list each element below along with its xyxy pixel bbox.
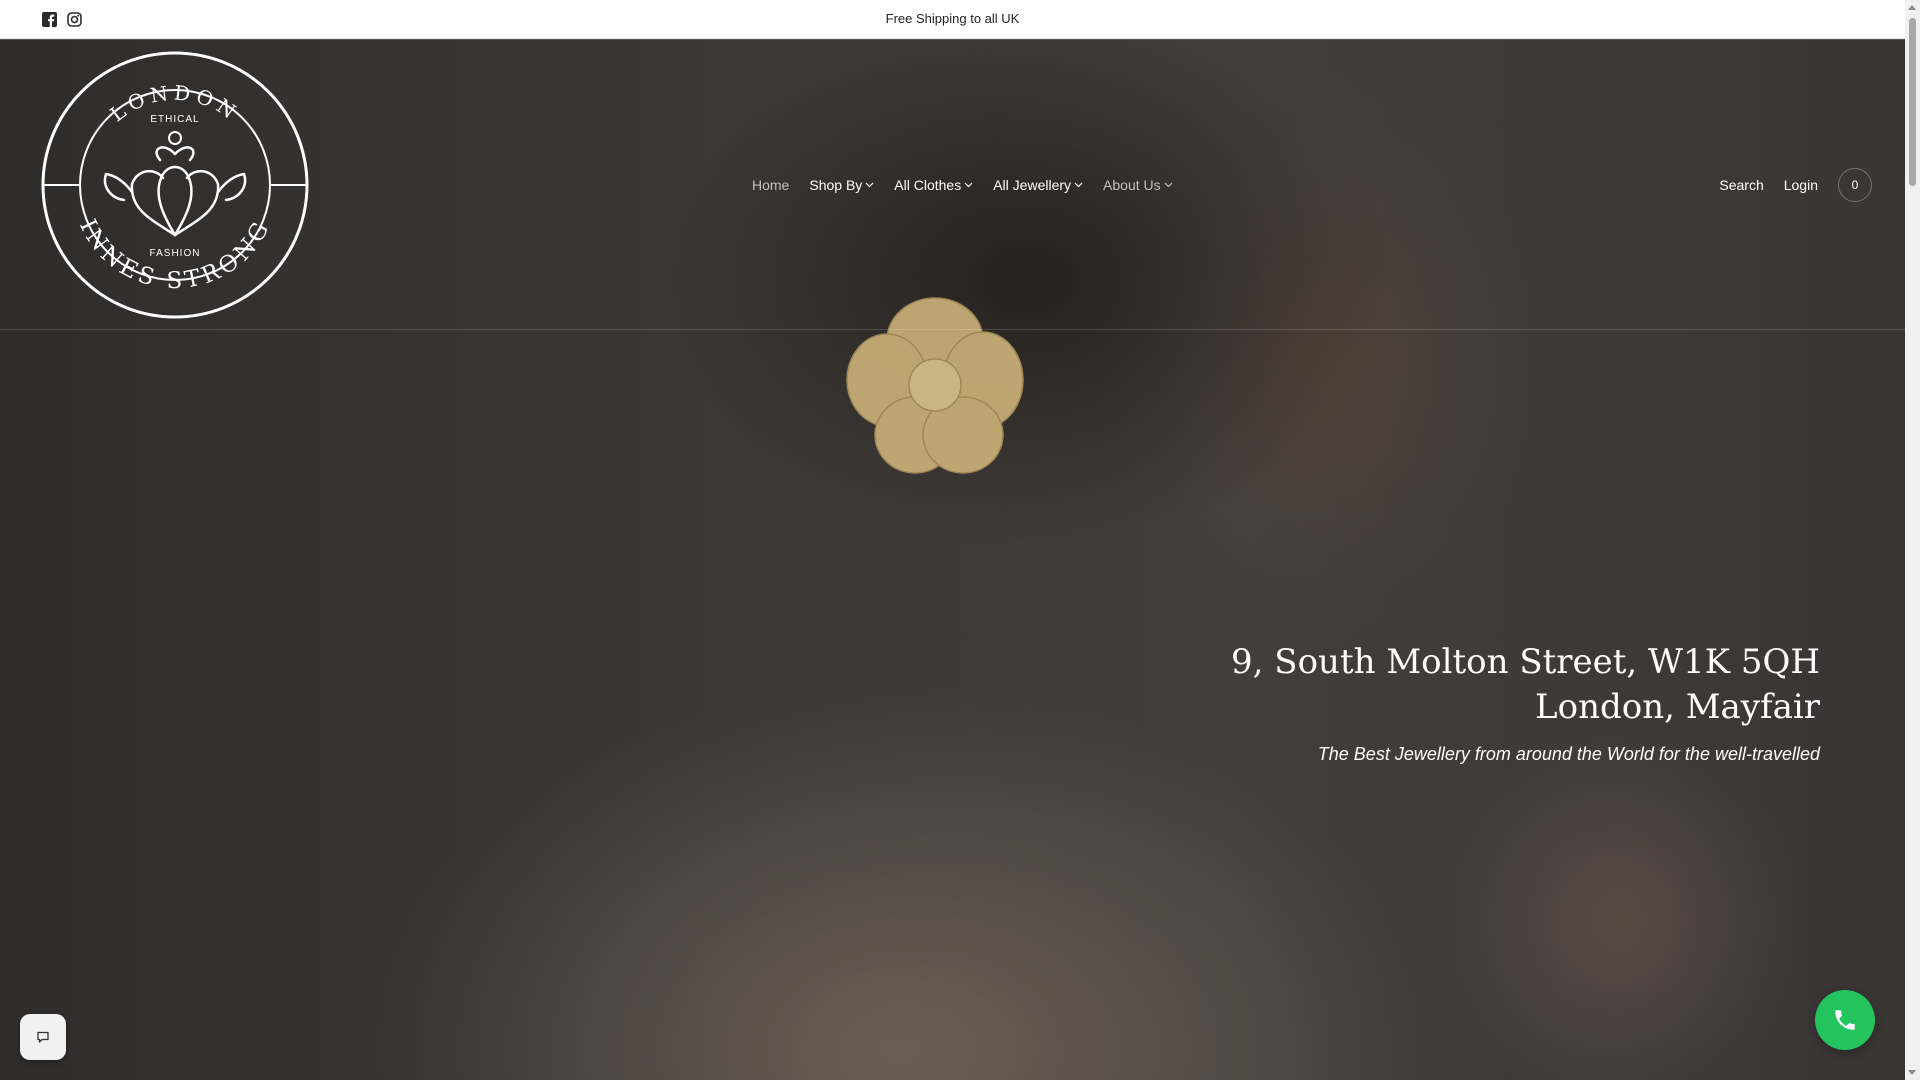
header-utilities: Search Login 0 — [1719, 168, 1872, 202]
chevron-down-icon — [964, 182, 973, 188]
header-divider — [0, 329, 1905, 330]
logo-inner-top: ETHICAL — [150, 114, 199, 125]
brand-logo[interactable]: LONDON INNES STRONG ETHICAL FASHION — [40, 50, 310, 320]
scroll-down-arrow[interactable] — [1908, 1070, 1916, 1075]
nav-home[interactable]: Home — [752, 177, 789, 193]
search-link[interactable]: Search — [1719, 177, 1763, 193]
announcement-text: Free Shipping to all UK — [885, 11, 1020, 26]
announcement-bar: Free Shipping to all UK — [0, 0, 1905, 39]
hero-headline-line1: 9, South Molton Street, W1K 5QH — [1231, 642, 1820, 682]
cart-button[interactable]: 0 — [1838, 168, 1872, 202]
nav-about-us-label: About Us — [1103, 177, 1161, 193]
nav-all-clothes-label: All Clothes — [894, 177, 962, 193]
scroll-up-arrow[interactable] — [1908, 5, 1916, 10]
chevron-down-icon — [1164, 182, 1173, 188]
hero-tagline: The Best Jewellery from around the World… — [1317, 744, 1820, 764]
logo-inner-bottom: FASHION — [150, 248, 201, 259]
flower-earring-image — [846, 297, 1024, 474]
hero-headline-line2: London, Mayfair — [1535, 687, 1820, 727]
nav-shop-by[interactable]: Shop By — [809, 177, 874, 193]
nav-all-jewellery-label: All Jewellery — [993, 177, 1072, 193]
call-button[interactable] — [1815, 990, 1875, 1050]
chevron-down-icon — [1074, 182, 1083, 188]
nav-all-jewellery[interactable]: All Jewellery — [993, 177, 1083, 193]
chat-bubble-icon — [37, 1031, 49, 1043]
scroll-thumb[interactable] — [1909, 18, 1916, 186]
cart-count: 0 — [1851, 178, 1859, 192]
nav-all-clothes[interactable]: All Clothes — [894, 177, 973, 193]
nav-home-label: Home — [752, 177, 790, 193]
lotus-icon — [103, 146, 247, 237]
main-navigation: Home Shop By All Clothes All Jewellery A… — [752, 177, 1173, 193]
hero-headline: 9, South Molton Street, W1K 5QH London, … — [1120, 640, 1820, 730]
nav-about-us[interactable]: About Us — [1103, 177, 1173, 193]
page-scrollbar[interactable] — [1905, 0, 1920, 1080]
chat-button[interactable] — [20, 1014, 66, 1060]
login-link[interactable]: Login — [1784, 177, 1818, 193]
nav-shop-by-label: Shop By — [809, 177, 863, 193]
phone-icon — [1835, 1010, 1855, 1030]
chevron-down-icon — [865, 182, 874, 188]
